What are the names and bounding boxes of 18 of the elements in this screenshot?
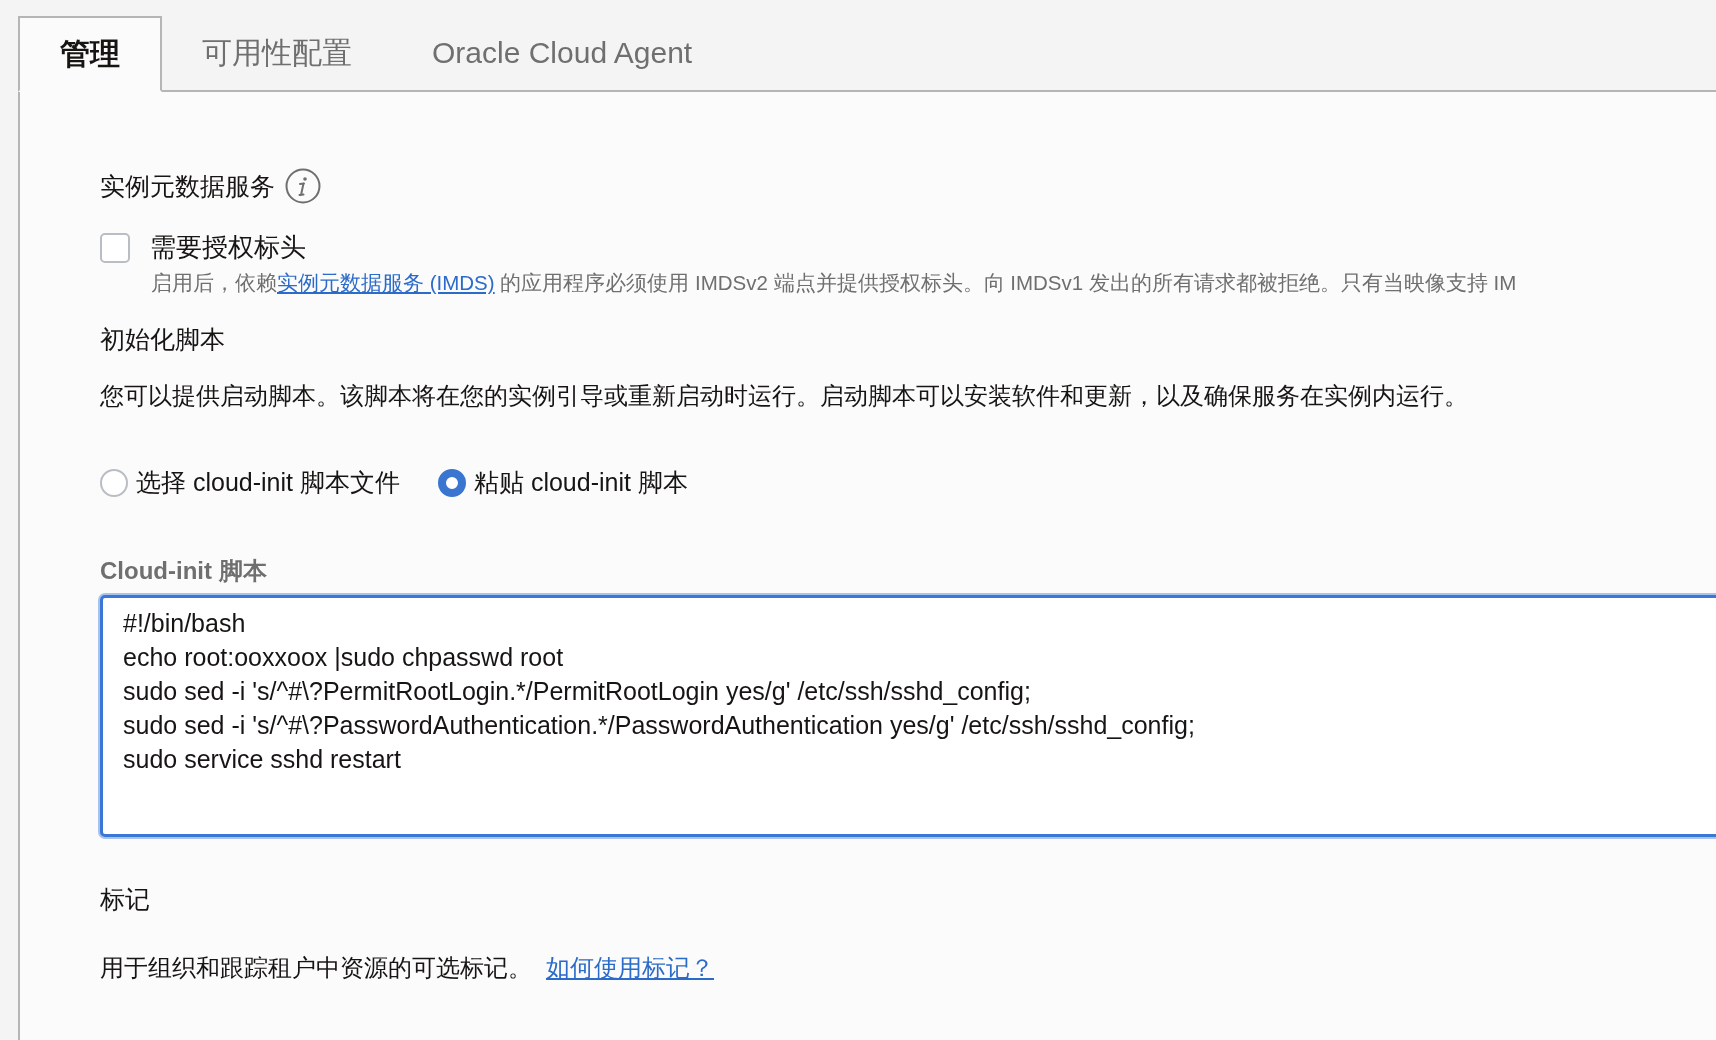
field-label: Cloud-init 脚本 <box>100 556 268 586</box>
radio-button[interactable] <box>100 468 128 497</box>
tags-help-link[interactable]: 如何使用标记？ <box>546 954 714 981</box>
section-title: 初始化脚本 <box>100 324 226 355</box>
section-title: 标记 <box>100 884 151 915</box>
script-textarea[interactable]: #!/bin/bash echo root:ooxxoox |sudo chpasswd root sudo sed -i 's/^#\?PermitRootLogin.*/PermitRootLogin yes/g' /etc/ssh/sshd_config; sudo sed -i 's/^#\?PasswordAuthentication.*/PasswordAuthentication yes/g' /etc/ssh/sshd_config; sudo service sshd restart <box>100 595 1716 837</box>
radio-button[interactable] <box>437 468 466 497</box>
checkbox-label: 需要授权标头 <box>150 231 306 264</box>
section-title: 实例元数据服务 <box>100 170 275 202</box>
imds-link[interactable]: 实例元数据服务 (IMDS) <box>277 271 495 294</box>
description-text: 您可以提供启动脚本。该脚本将在您的实例引导或重新启动时运行。启动脚本可以安装软件和更新，以及确保服务在实例内运行。 <box>100 381 1469 411</box>
radio-option[interactable]: 选择 cloud-init 脚本文件 <box>100 466 400 499</box>
help-text: 启用后，依赖实例元数据服务 (IMDS) 的应用程序必须使用 IMDSv2 端点并提供授权标头。向 IMDSv1 发出的所有请求都被拒绝。只有当映像支持 IM <box>151 270 1518 296</box>
radio-option[interactable]: 粘贴 cloud-init 脚本 <box>437 466 688 499</box>
checkbox[interactable] <box>100 232 130 263</box>
tab[interactable]: 管理 <box>18 16 162 92</box>
info-icon[interactable] <box>285 168 321 204</box>
description-text: 用于组织和跟踪租户中资源的可选标记。 如何使用标记？ <box>100 953 715 983</box>
